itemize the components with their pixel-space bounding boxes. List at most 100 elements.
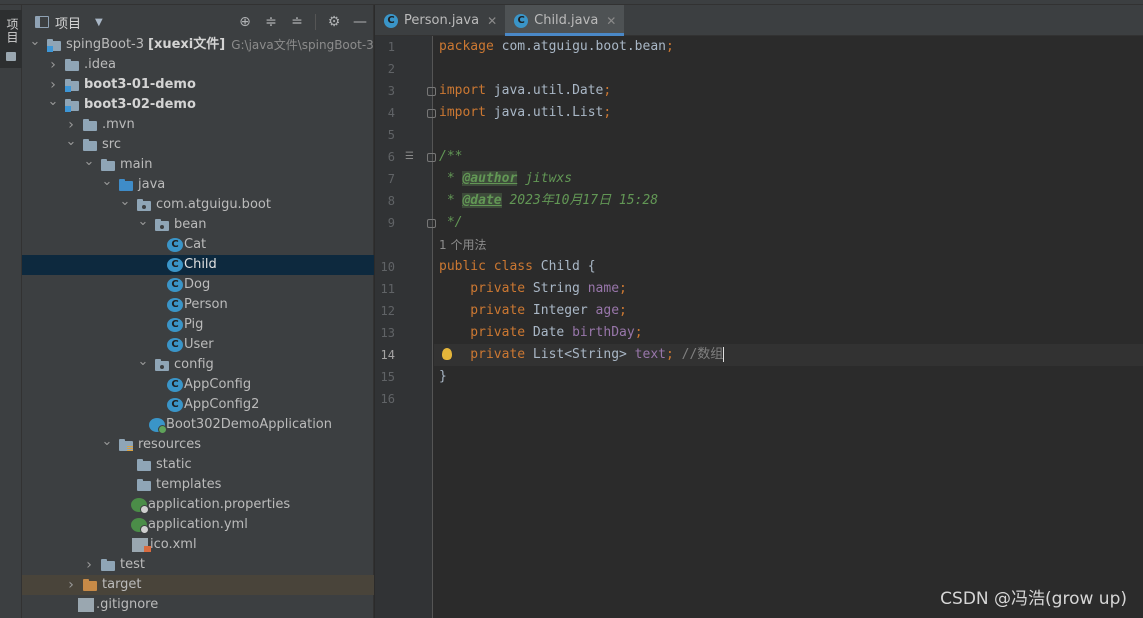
tree-item-child[interactable]: C Child bbox=[22, 255, 374, 275]
tree-item-config[interactable]: ⌄ config bbox=[22, 352, 374, 375]
chevron-right-icon[interactable]: › bbox=[66, 575, 76, 595]
code-line[interactable]: private String name; bbox=[434, 278, 1143, 300]
code-line[interactable]: private List<String> text; //数组 bbox=[434, 344, 1143, 366]
code-text: /** bbox=[439, 146, 462, 168]
line-number: 16 bbox=[380, 392, 395, 406]
code-token: ; bbox=[603, 105, 612, 120]
render-doc-icon[interactable]: ☰ bbox=[405, 146, 417, 168]
tree-item-application-properties[interactable]: application.properties bbox=[22, 495, 374, 515]
code-line[interactable]: } bbox=[434, 366, 1143, 388]
collapse-all-icon[interactable]: ≐ bbox=[289, 14, 305, 30]
close-icon[interactable]: ✕ bbox=[606, 14, 616, 28]
tree-item-pig[interactable]: C Pig bbox=[22, 315, 374, 335]
toolbar-divider bbox=[315, 14, 316, 30]
spring-config-icon bbox=[131, 518, 149, 534]
tree-item-person[interactable]: C Person bbox=[22, 295, 374, 315]
code-text: * @author jitwxs bbox=[439, 168, 572, 190]
code-token: name bbox=[587, 281, 620, 296]
settings-icon[interactable]: ⚙ bbox=[326, 14, 342, 30]
usages-hint[interactable]: 1 个用法 bbox=[439, 234, 486, 256]
code-line[interactable]: * @author jitwxs bbox=[434, 168, 1143, 190]
chevron-down-icon[interactable]: ⌄ bbox=[30, 32, 41, 52]
tree-item-boot3-01-demo[interactable]: › boot3-01-demo bbox=[22, 75, 374, 95]
tree-item-src[interactable]: ⌄ src bbox=[22, 132, 374, 155]
globe-icon[interactable]: ⊕ bbox=[237, 14, 253, 30]
tree-item-label: resources bbox=[138, 437, 202, 452]
tree-item-cat[interactable]: C Cat bbox=[22, 235, 374, 255]
tree-item-spingboot-3[interactable]: ⌄ spingBoot-3 [xuexi文件] G:\java文件\spingBoot… bbox=[22, 32, 374, 55]
code-line[interactable]: import java.util.List; bbox=[434, 102, 1143, 124]
text-caret bbox=[723, 347, 725, 362]
code-token: birthDay bbox=[572, 325, 635, 340]
code-line[interactable]: * @date 2023年10月17日 15:28 bbox=[434, 190, 1143, 212]
tab-label: Person.java bbox=[404, 13, 480, 28]
chevron-down-icon[interactable]: ▼ bbox=[95, 17, 103, 28]
tree-item-label: java bbox=[138, 177, 166, 192]
tree-item-user[interactable]: C User bbox=[22, 335, 374, 355]
tree-item-com-atguigu-boot[interactable]: ⌄ com.atguigu.boot bbox=[22, 192, 374, 215]
code-line[interactable]: package com.atguigu.boot.bean; bbox=[434, 36, 1143, 58]
code-text: import java.util.Date; bbox=[439, 80, 611, 102]
code-text: * @date 2023年10月17日 15:28 bbox=[439, 190, 658, 212]
tree-item-dog[interactable]: C Dog bbox=[22, 275, 374, 295]
tree-item-boot302demoapplication[interactable]: Boot302DemoApplication bbox=[22, 415, 374, 435]
lightbulb-icon[interactable] bbox=[442, 348, 452, 360]
project-tool-button[interactable]: 项目 bbox=[0, 10, 22, 68]
tab-child-java[interactable]: C Child.java ✕ bbox=[505, 5, 625, 36]
file-icon bbox=[78, 598, 94, 612]
chevron-right-icon[interactable]: › bbox=[84, 555, 94, 575]
chevron-down-icon[interactable]: ⌄ bbox=[84, 152, 95, 172]
tree-item-gitignore[interactable]: .gitignore bbox=[22, 595, 374, 615]
tree-item-appconfig2[interactable]: C AppConfig2 bbox=[22, 395, 374, 415]
tab-person-java[interactable]: C Person.java ✕ bbox=[375, 5, 505, 36]
tree-item-bean[interactable]: ⌄ bean bbox=[22, 212, 374, 235]
tree-item-target[interactable]: › target bbox=[22, 575, 374, 595]
chevron-down-icon[interactable]: ⌄ bbox=[48, 92, 59, 112]
tree-item-boot3-02-demo[interactable]: ⌄ boot3-02-demo bbox=[22, 92, 374, 115]
tree-item-idea[interactable]: › .idea bbox=[22, 55, 374, 75]
tree-item-static[interactable]: static bbox=[22, 455, 374, 475]
chevron-down-icon[interactable]: ⌄ bbox=[66, 132, 77, 152]
tree-item-appconfig[interactable]: C AppConfig bbox=[22, 375, 374, 395]
line-number: 9 bbox=[387, 216, 395, 230]
project-panel-title[interactable]: 项目 bbox=[55, 13, 81, 32]
javadoc-tag: @date bbox=[462, 193, 502, 208]
code-token: */ bbox=[439, 215, 463, 230]
code-editor[interactable]: package com.atguigu.boot.bean; import jav… bbox=[434, 36, 1143, 618]
code-line[interactable] bbox=[434, 58, 1143, 80]
class-icon: C bbox=[514, 13, 529, 28]
chevron-down-icon[interactable]: ⌄ bbox=[120, 192, 131, 212]
hide-icon[interactable]: — bbox=[352, 14, 368, 30]
code-line[interactable]: public class Child { bbox=[434, 256, 1143, 278]
tree-item-java[interactable]: ⌄ java bbox=[22, 172, 374, 195]
chevron-down-icon[interactable]: ⌄ bbox=[138, 212, 149, 232]
chevron-right-icon[interactable]: › bbox=[48, 55, 58, 75]
chevron-down-icon[interactable]: ⌄ bbox=[102, 172, 113, 192]
tree-item-main[interactable]: ⌄ main bbox=[22, 152, 374, 175]
code-line[interactable] bbox=[434, 388, 1143, 410]
code-text: public class Child { bbox=[439, 256, 596, 278]
code-line[interactable]: private Integer age; bbox=[434, 300, 1143, 322]
code-token: ; bbox=[603, 83, 612, 98]
tree-item-application-yml[interactable]: application.yml bbox=[22, 515, 374, 535]
code-line[interactable]: /** bbox=[434, 146, 1143, 168]
line-number: 14 bbox=[380, 348, 395, 362]
tree-item-test[interactable]: › test bbox=[22, 555, 374, 575]
close-icon[interactable]: ✕ bbox=[487, 14, 497, 28]
tree-item-templates[interactable]: templates bbox=[22, 475, 374, 495]
chevron-down-icon[interactable]: ⌄ bbox=[138, 352, 149, 372]
code-token: 2023年10月17日 15:28 bbox=[501, 193, 659, 208]
code-line[interactable]: import java.util.Date; bbox=[434, 80, 1143, 102]
tree-item-label: main bbox=[120, 157, 153, 172]
code-token: } bbox=[439, 369, 447, 384]
expand-all-icon[interactable]: ≑ bbox=[263, 14, 279, 30]
tree-item-resources[interactable]: ⌄ resources bbox=[22, 432, 374, 455]
code-line[interactable] bbox=[434, 124, 1143, 146]
code-line[interactable]: private Date birthDay; bbox=[434, 322, 1143, 344]
code-line[interactable]: */ bbox=[434, 212, 1143, 234]
code-token: text bbox=[634, 347, 666, 362]
chevron-down-icon[interactable]: ⌄ bbox=[102, 432, 113, 452]
tree-item-ico-xml[interactable]: ico.xml bbox=[22, 535, 374, 555]
